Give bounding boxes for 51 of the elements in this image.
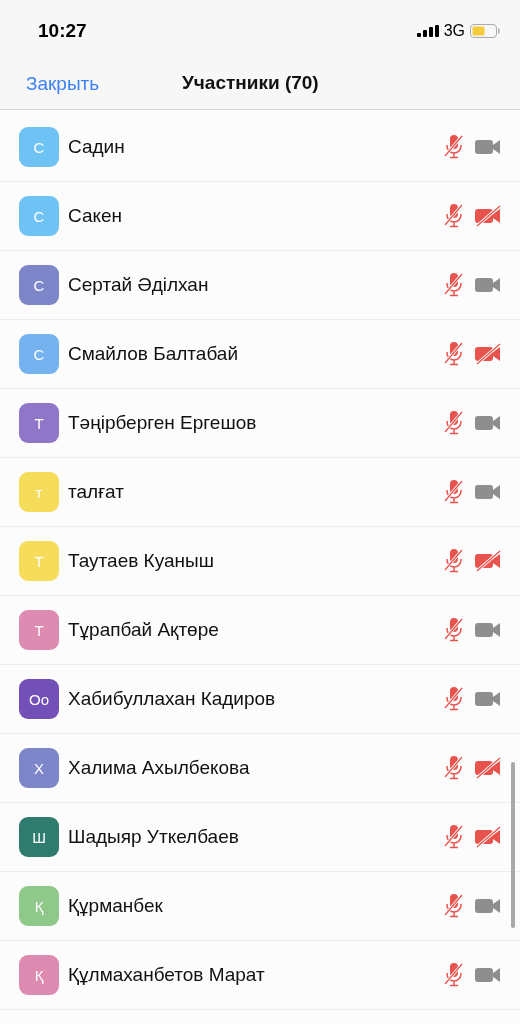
battery-icon: [470, 24, 500, 38]
participant-name: Құрманбек: [68, 895, 164, 917]
participant-name: Құлмаханбетов Марат: [68, 964, 266, 986]
muted-mic-icon[interactable]: [443, 686, 465, 712]
avatar: Т: [19, 610, 59, 650]
muted-mic-icon[interactable]: [443, 755, 465, 781]
muted-mic-icon[interactable]: [443, 962, 465, 988]
participant-name: Тәңірберген Ергешов: [68, 412, 258, 434]
avatar: Т: [19, 403, 59, 443]
muted-mic-icon[interactable]: [443, 410, 465, 436]
participant-name: Смайлов Балтабай: [68, 343, 239, 365]
avatar: Ш: [19, 817, 59, 857]
avatar: Қ: [19, 886, 59, 926]
avatar: С: [19, 265, 59, 305]
muted-camera-icon[interactable]: [475, 550, 502, 572]
muted-mic-icon[interactable]: [443, 341, 465, 367]
muted-mic-icon[interactable]: [443, 203, 465, 229]
muted-mic-icon[interactable]: [443, 893, 465, 919]
page-title: Участники (70): [182, 72, 319, 94]
avatar: Оо: [19, 679, 59, 719]
muted-mic-icon[interactable]: [443, 272, 465, 298]
signal-icon: [416, 25, 439, 37]
muted-camera-icon[interactable]: [475, 205, 502, 227]
muted-mic-icon[interactable]: [443, 617, 465, 643]
avatar: Қ: [19, 955, 59, 995]
participant-name: Хабибуллахан Кадиров: [68, 688, 277, 710]
close-button[interactable]: Закрыть: [20, 68, 106, 99]
participant-name: талғат: [68, 481, 125, 503]
muted-mic-icon[interactable]: [443, 479, 465, 505]
avatar: Х: [19, 748, 59, 788]
participant-name: Сакен: [68, 205, 124, 227]
network-label: 3G: [443, 22, 465, 40]
avatar: С: [19, 127, 59, 167]
muted-mic-icon[interactable]: [443, 134, 465, 160]
avatar: С: [19, 196, 59, 236]
participant-name: Шадыяр Уткелбаев: [68, 826, 240, 848]
participant-name: Тұрапбай Ақтөре: [68, 619, 220, 641]
muted-camera-icon[interactable]: [475, 343, 502, 365]
muted-mic-icon[interactable]: [443, 548, 465, 574]
status-time: 10:27: [38, 20, 87, 42]
avatar: Т: [19, 541, 59, 581]
avatar: т: [19, 472, 59, 512]
participant-name: Халима Ахылбекова: [68, 757, 251, 779]
participant-name: Таутаев Куаныш: [68, 550, 215, 572]
muted-camera-icon[interactable]: [475, 757, 502, 779]
participant-name: Садин: [68, 136, 126, 158]
participant-name: Сертай Әділхан: [68, 274, 210, 296]
muted-camera-icon[interactable]: [475, 826, 502, 848]
avatar: С: [19, 334, 59, 374]
scrollbar[interactable]: [511, 762, 515, 928]
muted-mic-icon[interactable]: [443, 824, 465, 850]
